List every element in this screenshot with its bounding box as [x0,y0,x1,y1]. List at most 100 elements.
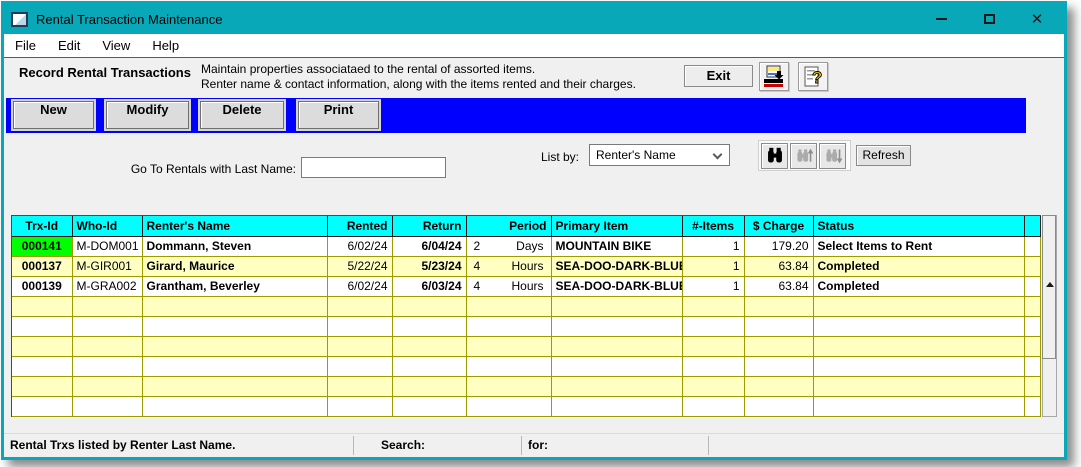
cell-renter-name: Dommann, Steven [142,236,328,257]
app-window: Rental Transaction Maintenance ✕ File Ed… [1,1,1067,460]
cell-period: 4 Hours [466,276,552,297]
page-description-line1: Maintain properties associataed to the r… [201,62,536,76]
grid-scrollbar[interactable] [1042,215,1057,417]
find-previous-button[interactable] [790,143,817,169]
menu-view[interactable]: View [91,35,141,56]
col-header-primary-item[interactable]: Primary Item [551,216,683,237]
close-button[interactable]: ✕ [1020,4,1054,34]
binoculars-icon [767,147,782,163]
find-button[interactable] [761,143,788,169]
table-row-empty[interactable] [12,316,1041,337]
status-divider [708,436,709,455]
rentals-grid: Trx-Id Who-Id Renter's Name Rented Retur… [11,215,1041,417]
maximize-button[interactable] [972,4,1006,34]
cell-who-id: M-DOM001 [72,236,143,257]
delete-button[interactable]: Delete [200,101,284,129]
menu-bar: File Edit View Help [4,34,1064,58]
col-header-renters-name[interactable]: Renter's Name [142,216,328,237]
cell-who-id: M-GRA002 [72,276,143,297]
cell-period: 2 Days [466,236,552,257]
close-icon: ✕ [1030,10,1044,28]
scroll-up-icon[interactable] [1046,282,1054,287]
col-header-charge[interactable]: $ Charge [744,216,814,237]
cell-renter-name: Girard, Maurice [142,256,328,277]
cell-primary-item: SEA-DOO-DARK-BLUE [551,256,683,277]
col-header-num-items[interactable]: #-Items [682,216,745,237]
col-header-trx-id[interactable]: Trx-Id [12,216,73,237]
svg-text:?: ? [812,68,822,87]
table-row[interactable]: 000139 M-GRA002 Grantham, Beverley 6/02/… [12,276,1041,297]
status-bar: Rental Trxs listed by Renter Last Name. … [4,433,1064,456]
period-qty: 4 [473,259,481,273]
window-title: Rental Transaction Maintenance [36,11,223,27]
table-row-selected[interactable]: 000141 M-DOM001 Dommann, Steven 6/02/24 … [12,236,1041,257]
cell-return: 6/04/24 [392,236,467,257]
maximize-icon [983,14,995,24]
printer-icon [764,65,784,87]
cell-rented: 6/02/24 [327,276,393,297]
cell-return: 5/23/24 [392,256,467,277]
period-unit: Hours [511,279,544,293]
status-search-label: Search: [381,438,426,452]
cell-who-id: M-GIR001 [72,256,143,277]
cell-renter-name: Grantham, Beverley [142,276,328,297]
table-row-empty[interactable] [12,376,1041,397]
find-button-group [758,140,851,171]
period-qty: 2 [473,239,481,253]
status-divider [353,436,354,455]
table-row-empty[interactable] [12,396,1041,417]
cell-rented: 5/22/24 [327,256,393,277]
modify-button[interactable]: Modify [106,101,189,129]
table-row-empty[interactable] [12,296,1041,317]
goto-last-name-label: Go To Rentals with Last Name: [130,162,296,176]
menu-help[interactable]: Help [141,35,190,56]
cell-rented: 6/02/24 [327,236,393,257]
list-by-selected-value: Renter's Name [596,148,676,162]
refresh-button[interactable]: Refresh [856,145,911,166]
title-bar[interactable]: Rental Transaction Maintenance ✕ [4,4,1064,34]
menu-file[interactable]: File [4,35,47,56]
col-header-who-id[interactable]: Who-Id [72,216,143,237]
grid-header-row: Trx-Id Who-Id Renter's Name Rented Retur… [12,216,1041,237]
cell-num-items: 1 [682,276,745,297]
col-header-period[interactable]: Period [466,216,552,237]
minimize-button[interactable] [924,4,958,34]
status-for-label: for: [528,438,548,452]
status-message: Rental Trxs listed by Renter Last Name. [10,438,236,452]
help-button[interactable]: ? [798,62,828,91]
cell-num-items: 1 [682,236,745,257]
period-unit: Days [516,239,544,253]
goto-last-name-input[interactable] [301,157,446,178]
col-header-return[interactable]: Return [392,216,467,237]
cell-trx-id: 000139 [12,276,73,297]
list-by-label: List by: [541,150,580,164]
minimize-icon [935,18,947,20]
print-button[interactable]: Print [298,101,379,129]
cell-status: Select Items to Rent [813,236,1025,257]
app-window-icon [11,11,28,27]
scrollbar-thumb[interactable] [1042,215,1056,359]
print-report-button[interactable] [759,62,789,91]
list-by-dropdown[interactable]: Renter's Name [589,144,730,166]
find-next-button[interactable] [819,143,846,169]
cell-trx-id: 000141 [12,236,73,257]
chevron-down-icon [712,149,723,160]
cell-period: 4 Hours [466,256,552,277]
cell-return: 6/03/24 [392,276,467,297]
cell-trx-id: 000137 [12,256,73,277]
new-button[interactable]: New [13,101,94,129]
cell-charge: 179.20 [744,236,814,257]
binoculars-down-icon [825,149,842,164]
table-row-empty[interactable] [12,356,1041,377]
col-header-status[interactable]: Status [813,216,1025,237]
action-toolbar: New Modify Delete Print [6,98,1026,133]
cell-primary-item: MOUNTAIN BIKE [551,236,683,257]
col-header-rented[interactable]: Rented [327,216,393,237]
table-row-empty[interactable] [12,336,1041,357]
menu-edit[interactable]: Edit [47,35,91,56]
cell-charge: 63.84 [744,256,814,277]
exit-button[interactable]: Exit [684,65,753,87]
table-row[interactable]: 000137 M-GIR001 Girard, Maurice 5/22/24 … [12,256,1041,277]
grid-body: 000141 M-DOM001 Dommann, Steven 6/02/24 … [12,236,1041,417]
cell-status: Completed [813,276,1025,297]
